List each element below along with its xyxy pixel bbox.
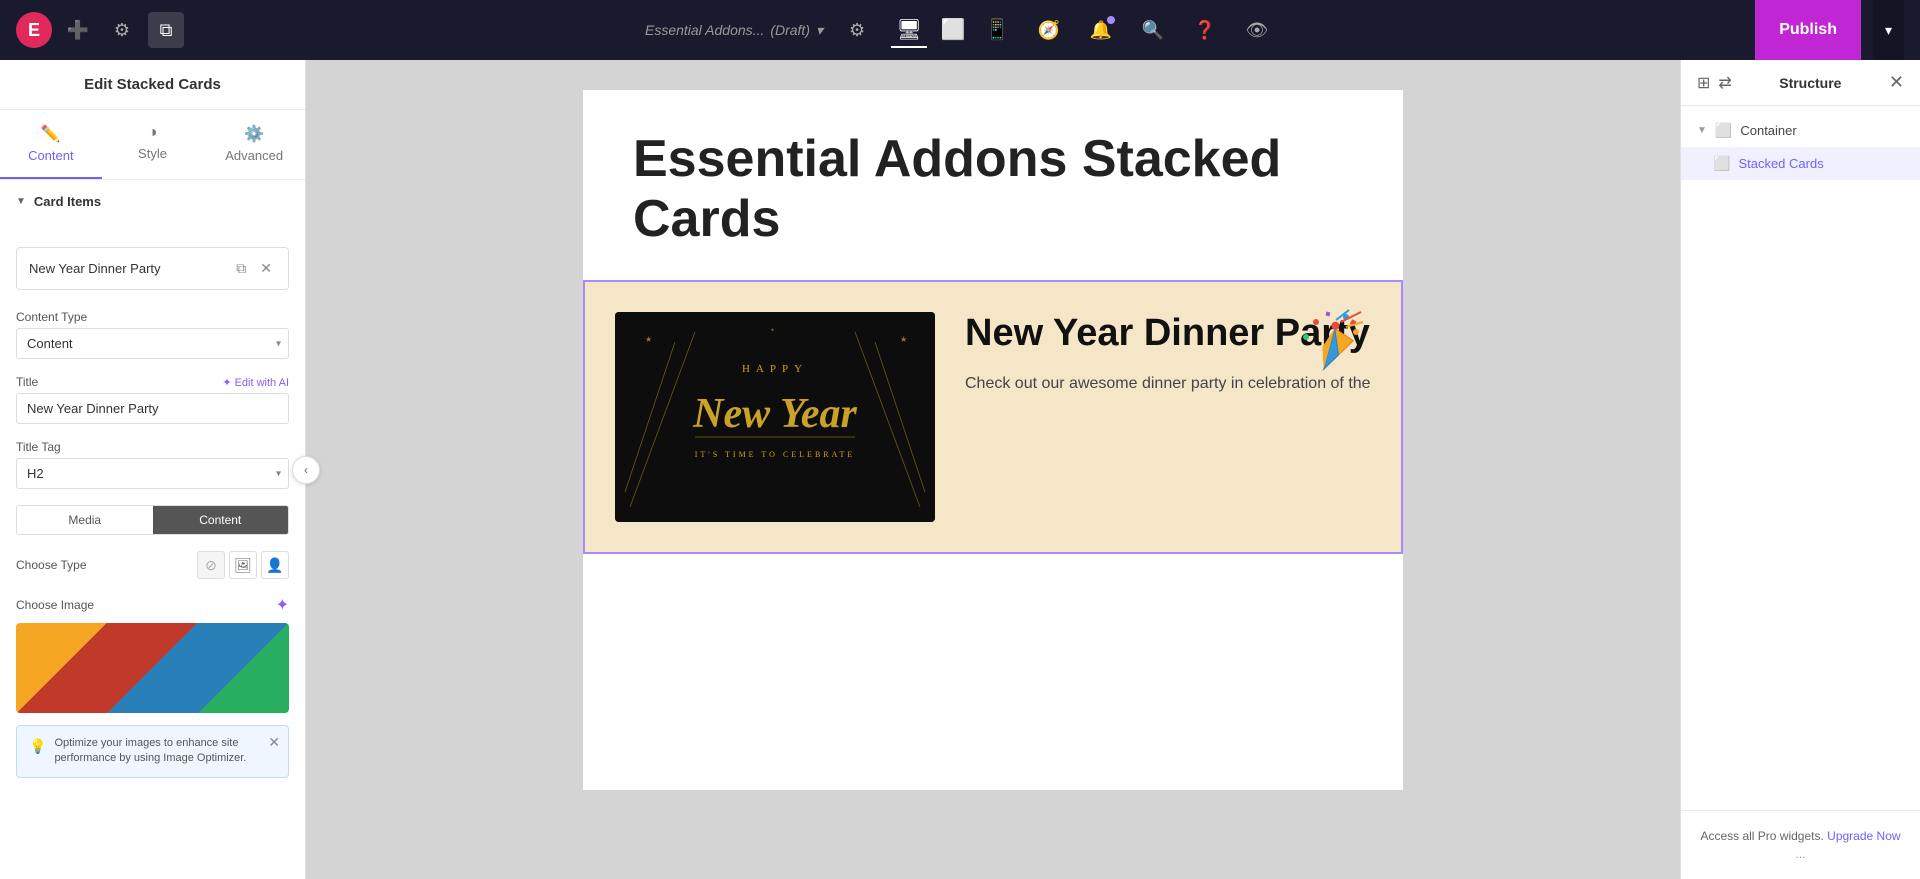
container-label: Container: [1740, 123, 1796, 138]
tab-style[interactable]: ◑ Style: [102, 110, 204, 179]
right-panel-icon-group: ⊞ ⇄: [1697, 73, 1732, 93]
advanced-tab-icon: ⚙️: [244, 124, 264, 144]
section-arrow: ▼: [16, 196, 26, 207]
publish-arrow-button[interactable]: ▾: [1873, 0, 1904, 60]
page-main-title: Essential Addons Stacked Cards: [633, 130, 1353, 250]
stacked-cards-label: Stacked Cards: [1738, 156, 1823, 171]
choose-image-row: Choose Image ✦: [0, 587, 305, 623]
image-preview[interactable]: [16, 623, 289, 713]
card-item-actions: ⧉ ✕: [232, 258, 276, 279]
type-none-button[interactable]: ⊘: [197, 551, 225, 579]
upgrade-now-link[interactable]: Upgrade Now: [1827, 829, 1900, 843]
canvas-content: Essential Addons Stacked Cards: [583, 90, 1403, 790]
desktop-view-button[interactable]: 🖥: [891, 12, 927, 48]
type-icon-button[interactable]: 👤: [261, 551, 289, 579]
site-name[interactable]: Essential Addons... (Draft) ▾: [645, 22, 823, 39]
title-input[interactable]: [16, 393, 289, 424]
upgrade-banner: Access all Pro widgets. Upgrade Now ...: [1681, 810, 1920, 879]
delete-card-button[interactable]: ✕: [256, 258, 276, 279]
structure-tree: ▼ ⬜ Container ⬜ Stacked Cards: [1681, 106, 1920, 810]
right-panel-header: ⊞ ⇄ Structure ✕: [1681, 60, 1920, 106]
stacked-cards-icon: ⬜: [1713, 155, 1730, 172]
content-type-field: Content Type Content ▾: [0, 302, 305, 367]
party-icon: [1291, 302, 1371, 398]
panel-tabs: ✏️ Content ◑ Style ⚙️ Advanced: [0, 110, 305, 180]
tree-item-stacked-cards[interactable]: ⬜ Stacked Cards: [1681, 147, 1920, 180]
choose-type-row: Choose Type ⊘ 🖼 👤: [0, 543, 305, 587]
panel-content: ▼ Card Items New Year Dinner Party ⧉ ✕ C: [0, 180, 305, 879]
title-tag-label: Title Tag: [16, 440, 289, 454]
stacked-card-container[interactable]: ★ ★ ✦ HAPPY New Year IT'S TIME TO CELEBR…: [583, 280, 1403, 554]
tree-expand-arrow: ▼: [1697, 125, 1707, 136]
toolbar-right: Publish ▾: [1755, 0, 1904, 60]
content-tab-icon: ✏️: [41, 124, 61, 144]
container-icon: ⬜: [1715, 122, 1732, 139]
optimize-icon: 💡: [29, 738, 46, 755]
svg-text:HAPPY: HAPPY: [742, 363, 808, 375]
main-layout: Edit Stacked Cards ✏️ Content ◑ Style ⚙️…: [0, 60, 1920, 879]
title-tag-select-wrapper: H2 ▾: [16, 458, 289, 489]
structure-toggle-button[interactable]: ⧉: [148, 12, 184, 48]
panel-settings-button[interactable]: ⚙: [104, 12, 140, 48]
right-panel: ⊞ ⇄ Structure ✕ ▼ ⬜ Container ⬜ Stacked …: [1680, 60, 1920, 879]
notification-button[interactable]: 🔔: [1083, 12, 1119, 48]
help-button[interactable]: ❓: [1187, 12, 1223, 48]
svg-text:✦: ✦: [770, 327, 775, 334]
compass-icon-button[interactable]: 🧭: [1031, 12, 1067, 48]
tab-advanced[interactable]: ⚙️ Advanced: [203, 110, 305, 179]
happy-newyear-img: ★ ★ ✦ HAPPY New Year IT'S TIME TO CELEBR…: [615, 312, 935, 522]
card-item: New Year Dinner Party ⧉ ✕: [16, 247, 289, 290]
device-buttons: 🖥 ⬜ 📱: [891, 12, 1015, 48]
top-toolbar: E ➕ ⚙ ⧉ Essential Addons... (Draft) ▾ ⚙ …: [0, 0, 1920, 60]
duplicate-card-button[interactable]: ⧉: [232, 258, 250, 279]
content-type-label: Content Type: [16, 310, 289, 324]
toolbar-left: E ➕ ⚙ ⧉: [16, 12, 184, 48]
settings-button[interactable]: ⚙: [839, 12, 875, 48]
svg-text:IT'S TIME TO CELEBRATE: IT'S TIME TO CELEBRATE: [695, 450, 856, 459]
title-field: Title ✦ Edit with AI: [0, 367, 305, 432]
mobile-view-button[interactable]: 📱: [979, 12, 1015, 48]
type-image-button[interactable]: 🖼: [229, 551, 257, 579]
svg-text:★: ★: [645, 335, 652, 344]
page-title-section: Essential Addons Stacked Cards: [583, 90, 1403, 280]
tree-item-container[interactable]: ▼ ⬜ Container: [1681, 114, 1920, 147]
style-tab-icon: ◑: [148, 124, 158, 142]
type-icons: ⊘ 🖼 👤: [197, 551, 289, 579]
structure-secondary-button[interactable]: ⇄: [1718, 73, 1731, 93]
optimize-close-button[interactable]: ✕: [268, 734, 280, 751]
card-item-header[interactable]: New Year Dinner Party ⧉ ✕: [17, 248, 288, 289]
card-image-side: ★ ★ ✦ HAPPY New Year IT'S TIME TO CELEBR…: [615, 312, 935, 522]
content-toggle-button[interactable]: Content: [153, 506, 289, 534]
panel-header: Edit Stacked Cards: [0, 60, 305, 110]
edit-with-ai-button[interactable]: ✦ Edit with AI: [222, 376, 289, 389]
collapse-panel-button[interactable]: ‹: [292, 456, 320, 484]
title-tag-field: Title Tag H2 ▾: [0, 432, 305, 497]
toolbar-center: Essential Addons... (Draft) ▾ ⚙ 🖥 ⬜ 📱 🧭 …: [645, 12, 1275, 48]
image-preview-inner: [16, 623, 289, 713]
svg-text:★: ★: [900, 335, 907, 344]
ai-image-button[interactable]: ✦: [276, 595, 289, 615]
elementor-logo[interactable]: E: [16, 12, 52, 48]
content-type-select[interactable]: Content: [16, 328, 289, 359]
structure-view-button[interactable]: ⊞: [1697, 73, 1710, 93]
media-toggle-button[interactable]: Media: [17, 506, 153, 534]
left-panel: Edit Stacked Cards ✏️ Content ◑ Style ⚙️…: [0, 60, 306, 879]
publish-button[interactable]: Publish: [1755, 0, 1861, 60]
search-button[interactable]: 🔍: [1135, 12, 1171, 48]
optimize-banner: 💡 Optimize your images to enhance site p…: [16, 725, 289, 778]
add-element-button[interactable]: ➕: [60, 12, 96, 48]
svg-text:New Year: New Year: [692, 391, 857, 437]
tablet-view-button[interactable]: ⬜: [935, 12, 971, 48]
title-tag-select[interactable]: H2: [16, 458, 289, 489]
card-items-section-header[interactable]: ▼ Card Items: [0, 180, 305, 223]
title-label-row: Title ✦ Edit with AI: [16, 375, 289, 389]
canvas: Essential Addons Stacked Cards: [306, 60, 1680, 879]
right-panel-close-button[interactable]: ✕: [1889, 72, 1904, 93]
right-panel-title: Structure: [1779, 75, 1841, 91]
media-content-toggle: Media Content: [16, 505, 289, 535]
content-type-select-wrapper: Content ▾: [16, 328, 289, 359]
tab-content[interactable]: ✏️ Content: [0, 110, 102, 179]
card-item-title: New Year Dinner Party: [29, 261, 161, 276]
preview-button[interactable]: 👁: [1239, 12, 1275, 48]
